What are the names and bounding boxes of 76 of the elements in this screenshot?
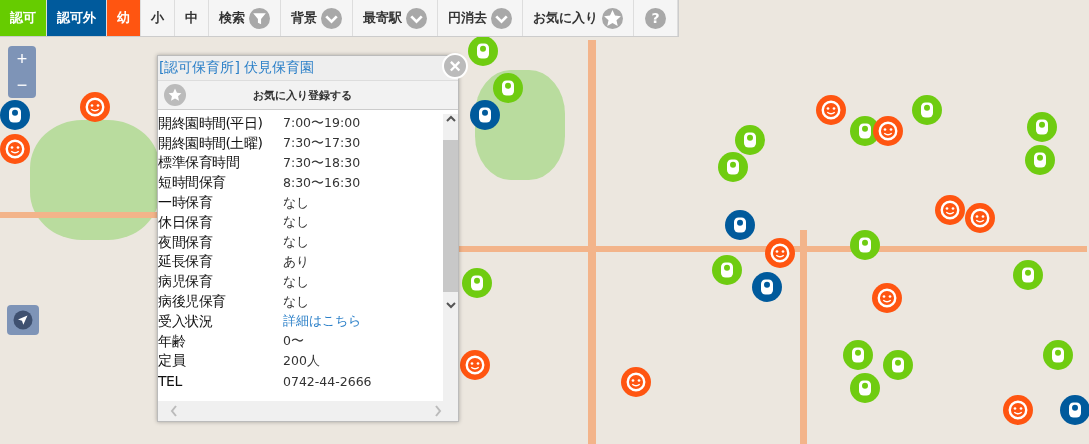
smiley-marker-icon[interactable] xyxy=(965,203,995,233)
baby-marker-icon[interactable] xyxy=(1027,112,1057,142)
field-label: 年齢 xyxy=(158,332,186,351)
field-label: 標準保育時間 xyxy=(158,154,240,173)
field-value: 7:00〜19:00 xyxy=(283,115,361,133)
filter-icon xyxy=(249,7,270,29)
baby-marker-icon[interactable] xyxy=(850,373,880,403)
field-label: 病児保育 xyxy=(158,273,214,292)
field-label: 短時間保育 xyxy=(158,174,227,193)
smiley-marker-icon[interactable] xyxy=(873,116,903,146)
smiley-marker-icon[interactable] xyxy=(872,283,902,313)
baby-marker-icon[interactable] xyxy=(725,210,755,240)
smiley-marker-icon[interactable] xyxy=(460,350,490,380)
vertical-scrollbar[interactable] xyxy=(443,114,458,401)
field-value: なし xyxy=(283,234,309,252)
field-value: 0〜 xyxy=(283,333,304,351)
field-value: あり xyxy=(283,253,309,271)
star-icon xyxy=(602,7,623,29)
baby-marker-icon[interactable] xyxy=(752,272,782,302)
field-value: 0742-44-2666 xyxy=(283,373,372,389)
field-value: なし xyxy=(283,293,309,311)
field-value: 8:30〜16:30 xyxy=(283,174,361,192)
baby-marker-icon[interactable] xyxy=(462,268,492,298)
field-value: なし xyxy=(283,273,309,291)
chevron-down-icon xyxy=(491,7,512,29)
baby-marker-icon[interactable] xyxy=(735,125,765,155)
field-value: なし xyxy=(283,214,309,232)
facility-name: 伏見保育園 xyxy=(243,59,314,77)
smiley-marker-icon[interactable] xyxy=(816,95,846,125)
baby-marker-icon[interactable] xyxy=(883,350,913,380)
smiley-marker-icon[interactable] xyxy=(1003,395,1033,425)
field-value: 7:30〜17:30 xyxy=(283,135,361,153)
chevron-left-icon[interactable] xyxy=(170,405,178,417)
field-value: 200人 xyxy=(283,352,320,370)
field-value: 7:30〜18:30 xyxy=(283,155,361,172)
details-link[interactable]: 詳細はこちら xyxy=(283,313,361,331)
baby-marker-icon[interactable] xyxy=(843,340,873,370)
chevron-down-icon[interactable] xyxy=(444,300,457,310)
baby-marker-icon[interactable] xyxy=(470,100,500,130)
chevron-down-icon xyxy=(406,7,427,29)
field-label: 休日保育 xyxy=(158,213,214,232)
baby-marker-icon[interactable] xyxy=(1013,260,1043,290)
baby-marker-icon[interactable] xyxy=(718,152,748,182)
baby-marker-icon[interactable] xyxy=(493,73,523,103)
smiley-marker-icon[interactable] xyxy=(0,134,30,164)
baby-marker-icon[interactable] xyxy=(468,36,498,66)
field-label: 病後児保育 xyxy=(158,293,227,312)
field-label: 一時保育 xyxy=(158,194,214,213)
star-icon xyxy=(167,87,183,103)
baby-marker-icon[interactable] xyxy=(912,95,942,125)
horizontal-scrollbar[interactable] xyxy=(158,401,458,421)
field-label: 定員 xyxy=(158,352,187,371)
category-label: [認可保育所] xyxy=(159,59,240,77)
smiley-marker-icon[interactable] xyxy=(80,92,110,122)
favorite-star-button[interactable] xyxy=(164,84,186,106)
smiley-marker-icon[interactable] xyxy=(765,238,795,268)
field-label: 延長保育 xyxy=(158,253,214,272)
field-label: 開終園時間(土曜) xyxy=(158,134,264,153)
field-label: 夜間保育 xyxy=(158,233,214,252)
smiley-marker-icon[interactable] xyxy=(621,367,651,397)
chevron-down-icon xyxy=(321,7,342,29)
field-value: なし xyxy=(283,194,309,212)
chevron-up-icon[interactable] xyxy=(444,114,457,124)
field-label: TEL xyxy=(158,373,184,390)
layer-toggle-button[interactable]: 認可外 xyxy=(47,0,107,36)
field-label: 開終園時間(平日) xyxy=(158,114,264,133)
smiley-marker-icon[interactable] xyxy=(935,195,965,225)
locate-button[interactable] xyxy=(7,305,39,335)
chevron-right-icon[interactable] xyxy=(434,405,442,417)
baby-marker-icon[interactable] xyxy=(850,230,880,260)
baby-marker-icon[interactable] xyxy=(0,100,30,130)
field-label: 受入状況 xyxy=(158,312,213,331)
baby-marker-icon[interactable] xyxy=(1025,145,1055,175)
baby-marker-icon[interactable] xyxy=(712,255,742,285)
baby-marker-icon[interactable] xyxy=(1043,340,1073,370)
baby-marker-icon[interactable] xyxy=(1060,395,1089,425)
